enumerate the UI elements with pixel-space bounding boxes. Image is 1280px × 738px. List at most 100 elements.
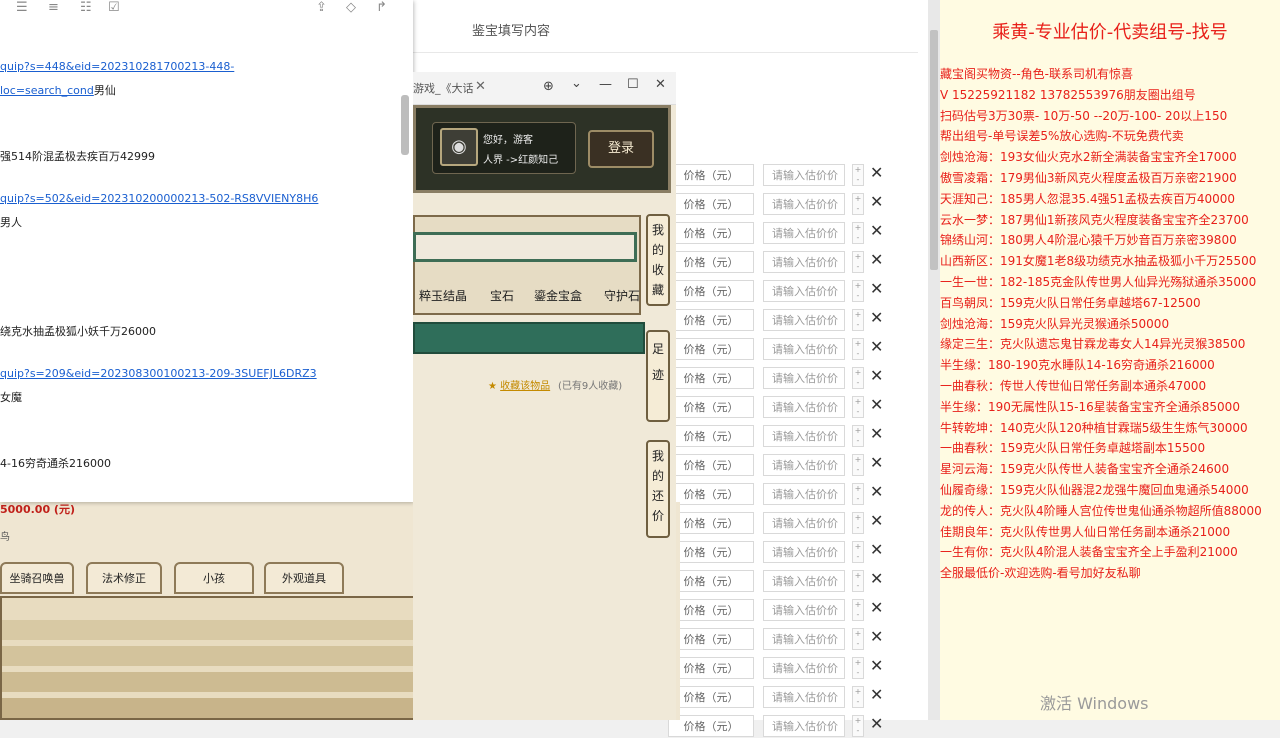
stepper-icon[interactable]: + - [852,483,864,505]
stepper-icon[interactable]: + - [852,715,864,737]
stepper-icon[interactable]: + - [852,309,864,331]
delete-icon[interactable]: ✕ [870,627,883,646]
price-input[interactable]: 请输入估价价 [763,425,845,447]
price-input[interactable]: 请输入估价价 [763,686,845,708]
price-input[interactable]: 请输入估价价 [763,541,845,563]
stepper-icon[interactable]: + - [852,425,864,447]
bullet-list-icon[interactable]: ☰ [16,0,28,15]
delete-icon[interactable]: ✕ [870,221,883,240]
delete-icon[interactable]: ✕ [870,366,883,385]
delete-icon[interactable]: ✕ [870,685,883,704]
price-input[interactable]: 请输入估价价 [763,338,845,360]
category-gold-box[interactable]: 鎏金宝盒 [534,287,582,304]
price-input[interactable]: 请输入估价价 [763,367,845,389]
price-input[interactable]: 请输入估价价 [763,280,845,302]
delete-icon[interactable]: ✕ [870,250,883,269]
note-line[interactable]: quip?s=448&eid=202310281700213-448- [0,60,234,73]
stepper-icon[interactable]: + - [852,280,864,302]
numbered-list-icon[interactable]: ≡ [48,0,59,15]
delete-icon[interactable]: ✕ [870,163,883,182]
price-input[interactable]: 请输入估价价 [763,512,845,534]
chevron-down-icon[interactable]: ⌄ [571,76,582,91]
price-input[interactable]: 请输入估价价 [763,599,845,621]
promo-line: 一曲春秋：159克火队日常任务卓越塔副本15500 [940,441,1206,456]
tag-icon[interactable]: ◇ [346,0,356,15]
close-window-icon[interactable]: ✕ [655,77,666,92]
stepper-icon[interactable]: + - [852,628,864,650]
realm-text: 人界 ->红颜知己 [483,155,559,166]
tab-appearance[interactable]: 外观道具 [264,562,344,594]
maximize-icon[interactable]: ☐ [627,77,639,92]
tab-spell-fix[interactable]: 法术修正 [86,562,162,594]
delete-icon[interactable]: ✕ [870,279,883,298]
stepper-icon[interactable]: + - [852,222,864,244]
delete-icon[interactable]: ✕ [870,511,883,530]
stepper-icon[interactable]: + - [852,657,864,679]
category-gem[interactable]: 宝石 [490,287,514,304]
side-tab-my-favorites[interactable]: 我的收藏 [646,214,670,306]
stepper-icon[interactable]: + - [852,338,864,360]
category-jade[interactable]: 粹玉结晶 [419,287,467,304]
delete-icon[interactable]: ✕ [870,540,883,559]
minimize-icon[interactable]: — [599,77,612,92]
stepper-icon[interactable]: + - [852,686,864,708]
delete-icon[interactable]: ✕ [870,656,883,675]
delete-icon[interactable]: ✕ [870,569,883,588]
price-input[interactable]: 请输入估价价 [763,454,845,476]
side-tab-footprint[interactable]: 足迹 [646,330,670,422]
notes-scrollbar-thumb[interactable] [401,95,409,155]
delete-icon[interactable]: ✕ [870,714,883,733]
stepper-icon[interactable]: + - [852,541,864,563]
side-tab-my-bargain[interactable]: 我的还价 [646,440,670,538]
upload-icon[interactable]: ⇪ [316,0,327,15]
price-input[interactable]: 请输入估价价 [763,483,845,505]
delete-icon[interactable]: ✕ [870,482,883,501]
delete-icon[interactable]: ✕ [870,395,883,414]
promo-line: V 15225921182 13782553976朋友圈出组号 [940,87,1196,102]
favorite-link[interactable]: ★ 收藏该物品 [488,377,550,392]
stepper-icon[interactable]: + - [852,512,864,534]
price-row: 价格（元） 请输入估价价 + - ✕ [668,595,933,621]
stepper-icon[interactable]: + - [852,396,864,418]
delete-icon[interactable]: ✕ [870,308,883,327]
avatar-icon: ◉ [440,128,478,166]
close-tab-icon[interactable]: ✕ [475,79,486,94]
category-guard-stone[interactable]: 守护石 [604,287,640,304]
price-input[interactable]: 请输入估价价 [763,193,845,215]
delete-icon[interactable]: ✕ [870,192,883,211]
checkbox-icon[interactable]: ☑ [108,0,120,15]
popup-tab-title[interactable]: 游戏_《大话 [413,80,474,96]
price-input[interactable]: 请输入估价价 [763,570,845,592]
note-line[interactable]: quip?s=502&eid=202310200000213-502-RS8VV… [0,192,318,205]
price-input[interactable]: 请输入估价价 [763,715,845,737]
stepper-icon[interactable]: + - [852,193,864,215]
note-line[interactable]: loc=search_cond男仙 [0,82,116,98]
tab-mount-summon[interactable]: 坐骑召唤兽 [0,562,74,594]
tab-child[interactable]: 小孩 [174,562,254,594]
delete-icon[interactable]: ✕ [870,598,883,617]
share-icon[interactable]: ↱ [376,0,387,15]
login-button[interactable]: 登录 [588,130,654,168]
price-input[interactable]: 请输入估价价 [763,657,845,679]
main-scrollbar-thumb[interactable] [930,30,938,270]
stepper-icon[interactable]: + - [852,164,864,186]
note-line[interactable]: quip?s=209&eid=202308300100213-209-3SUEF… [0,367,317,380]
delete-icon[interactable]: ✕ [870,424,883,443]
price-input[interactable]: 请输入估价价 [763,628,845,650]
price-input[interactable]: 请输入估价价 [763,222,845,244]
stepper-icon[interactable]: + - [852,599,864,621]
delete-icon[interactable]: ✕ [870,453,883,472]
indent-icon[interactable]: ☷ [80,0,92,15]
stepper-icon[interactable]: + - [852,570,864,592]
search-input[interactable] [413,232,637,262]
stepper-icon[interactable]: + - [852,454,864,476]
price-input[interactable]: 请输入估价价 [763,309,845,331]
price-input[interactable]: 请输入估价价 [763,251,845,273]
price-input[interactable]: 请输入估价价 [763,396,845,418]
price-row: 价格（元） 请输入估价价 + - ✕ [668,566,933,592]
stepper-icon[interactable]: + - [852,367,864,389]
price-input[interactable]: 请输入估价价 [763,164,845,186]
stepper-icon[interactable]: + - [852,251,864,273]
globe-icon[interactable]: ⊕ [543,79,554,94]
delete-icon[interactable]: ✕ [870,337,883,356]
